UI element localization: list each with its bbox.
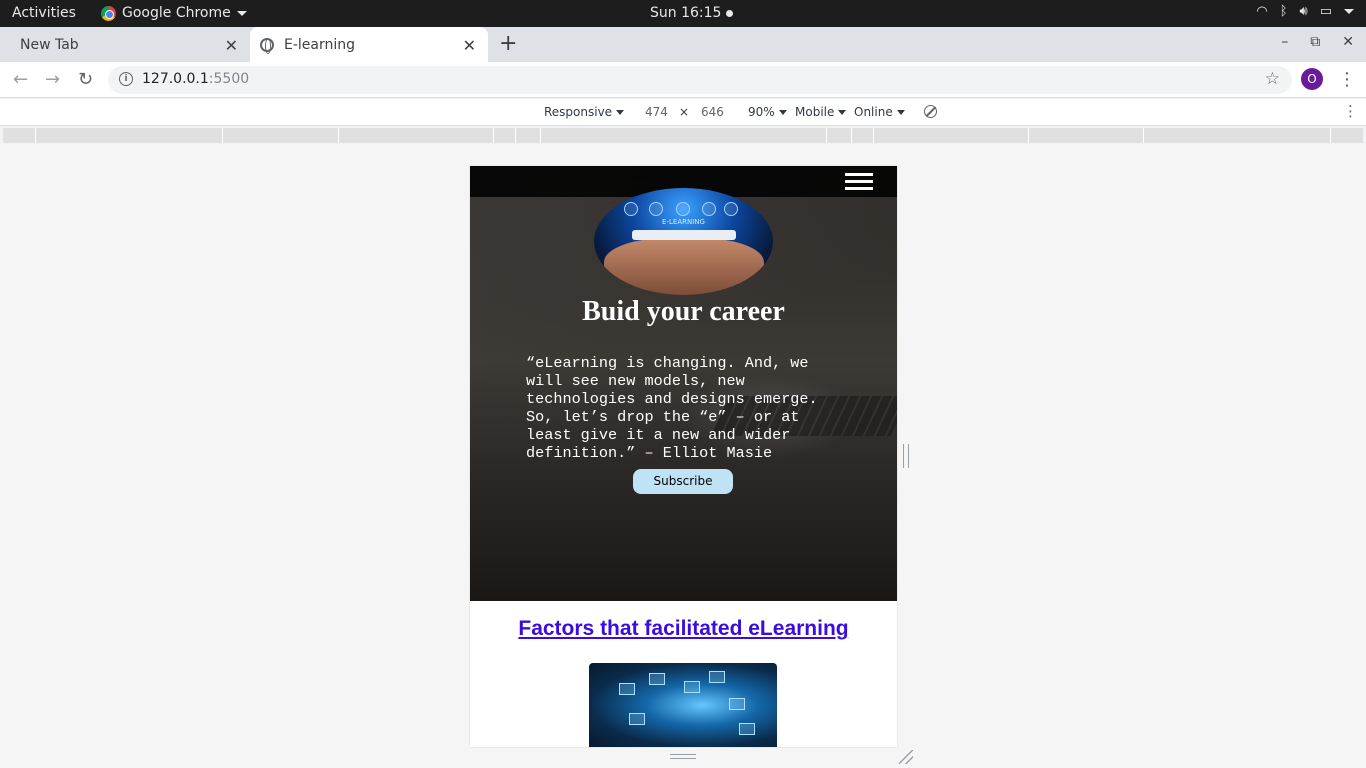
chrome-menu-icon[interactable]: ⋮	[1338, 69, 1356, 90]
tab-strip: New Tab ✕ E-learning ✕ + – ⧉ ✕	[0, 27, 1366, 62]
zoom-dropdown[interactable]: 90%	[748, 105, 787, 119]
tab-e-learning[interactable]: E-learning ✕	[250, 27, 488, 62]
device-toolbar-menu-icon[interactable]: ⋮	[1343, 102, 1358, 120]
bookmark-star-icon[interactable]: ☆	[1265, 69, 1280, 89]
book-icon	[676, 202, 690, 216]
app-menu[interactable]: Google Chrome	[101, 5, 247, 21]
forward-arrow-icon[interactable]: →	[45, 69, 60, 90]
width-input[interactable]: 474	[645, 105, 668, 119]
close-icon[interactable]: ✕	[225, 36, 238, 55]
minimize-icon[interactable]: –	[1281, 34, 1288, 50]
hero-quote: “eLearning is changing. And, we will see…	[526, 354, 818, 462]
reload-icon[interactable]: ↻	[78, 69, 93, 90]
device-type-label: Mobile	[795, 105, 835, 119]
resize-handle-corner[interactable]	[899, 750, 913, 764]
dropdown-arrow-icon	[896, 109, 905, 115]
height-input[interactable]: 646	[701, 105, 724, 119]
bluetooth-icon: ᛒ	[1279, 4, 1288, 19]
new-tab-button[interactable]: +	[499, 31, 517, 56]
device-type-dropdown[interactable]: Mobile	[795, 105, 847, 119]
chart-icon	[624, 202, 638, 216]
url-port: :5500	[208, 71, 250, 87]
hands-shape	[604, 238, 764, 295]
emulated-page: E-LEARNING Buid your career “eLearning i…	[470, 166, 897, 747]
tab-title: E-learning	[284, 36, 356, 53]
info-icon[interactable]: i	[119, 72, 133, 86]
dimension-separator: ×	[679, 105, 690, 119]
document-icon	[702, 202, 716, 216]
clock[interactable]: Sun 16:15	[650, 5, 734, 21]
chevron-down-icon	[236, 10, 247, 16]
battery-icon: ▭	[1319, 4, 1332, 19]
dropdown-arrow-icon	[838, 109, 847, 115]
close-window-icon[interactable]: ✕	[1342, 34, 1354, 50]
notification-dot-icon	[726, 9, 734, 17]
wifi-icon: ◠	[1256, 4, 1268, 19]
responsive-label: Responsive	[544, 105, 613, 119]
system-tray[interactable]: ◠ ᛒ 🔊︎ ▭	[1256, 4, 1354, 19]
activities-button[interactable]: Activities	[12, 5, 76, 21]
resize-handle-right[interactable]	[903, 444, 909, 468]
app-menu-label: Google Chrome	[122, 5, 231, 21]
chevron-down-icon	[1344, 9, 1354, 14]
tab-new-tab[interactable]: New Tab ✕	[0, 27, 250, 62]
profile-avatar[interactable]: O	[1301, 68, 1323, 90]
dropdown-arrow-icon	[778, 109, 787, 115]
technology-image	[589, 663, 777, 747]
window-controls: – ⧉ ✕	[1281, 34, 1354, 50]
elearning-hero-image: E-LEARNING	[594, 188, 773, 295]
chrome-icon	[101, 5, 116, 21]
browser-toolbar: ← → ↻ i 127.0.0.1:5500 ☆ O ⋮	[0, 62, 1366, 98]
hero-title: Buid your career	[582, 296, 785, 327]
tab-title: New Tab	[20, 36, 79, 53]
address-bar[interactable]: i 127.0.0.1:5500 ☆	[108, 66, 1292, 94]
rotate-icon[interactable]	[924, 105, 937, 118]
system-top-bar: Activities Google Chrome Sun 16:15 ◠ ᛒ 🔊…	[0, 0, 1366, 27]
throttling-label: Online	[854, 105, 893, 119]
subscribe-button[interactable]: Subscribe	[633, 469, 733, 494]
responsive-dropdown[interactable]: Responsive	[544, 105, 625, 119]
zoom-label: 90%	[748, 105, 775, 119]
back-arrow-icon[interactable]: ←	[13, 69, 28, 90]
tablet-shape	[632, 230, 736, 240]
clock-label: Sun 16:15	[650, 5, 722, 21]
device-toolbar: Responsive 474 × 646 90% Mobile Online ⋮	[0, 99, 1366, 126]
hero-image-label: E-LEARNING	[662, 218, 705, 226]
media-query-bar[interactable]	[3, 128, 1363, 143]
throttling-dropdown[interactable]: Online	[854, 105, 905, 119]
dropdown-arrow-icon	[616, 109, 625, 115]
hamburger-menu-icon[interactable]	[845, 173, 873, 191]
hero-section: E-LEARNING Buid your career “eLearning i…	[470, 166, 897, 601]
volume-icon: 🔊︎	[1299, 4, 1308, 19]
globe-icon	[260, 37, 274, 54]
factors-heading-link[interactable]: Factors that facilitated eLearning	[470, 617, 897, 641]
restore-icon[interactable]: ⧉	[1310, 34, 1320, 50]
url-text: 127.0.0.1:5500	[142, 71, 249, 87]
close-icon[interactable]: ✕	[463, 36, 476, 55]
head-icon	[649, 202, 663, 216]
resize-handle-bottom[interactable]	[670, 754, 696, 759]
search-icon	[724, 202, 738, 216]
url-host: 127.0.0.1	[142, 71, 209, 87]
